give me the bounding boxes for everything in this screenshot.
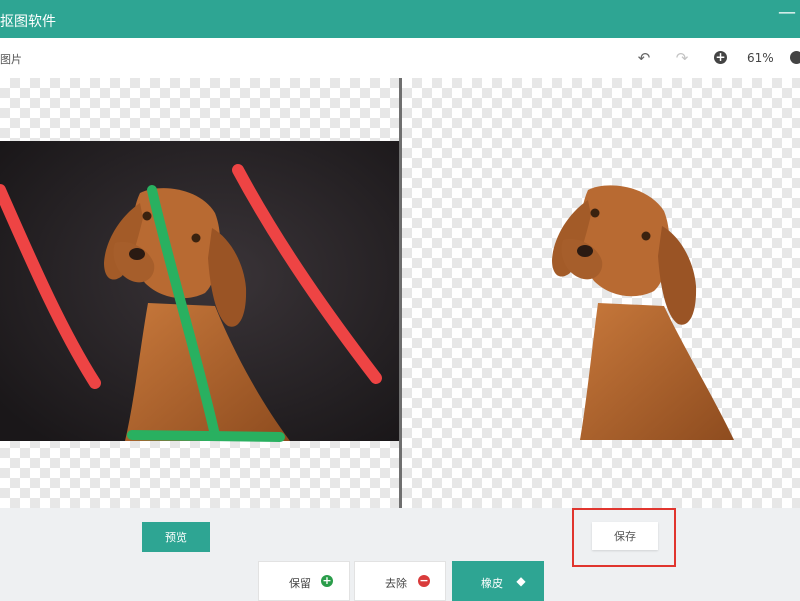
original-photo[interactable] xyxy=(0,78,399,508)
window-title: 抠图软件 xyxy=(0,14,56,30)
zoom-out-icon[interactable] xyxy=(790,51,800,64)
keep-label: 保留 xyxy=(289,577,311,590)
result-image-pane xyxy=(402,78,800,508)
zoom-level: 61% xyxy=(747,51,774,65)
original-image-pane[interactable] xyxy=(0,78,399,508)
bottom-panel: 预览 保存 保留 + 去除 − 橡皮 ◆ xyxy=(0,508,800,601)
dog-cutout xyxy=(552,185,734,440)
redo-icon[interactable]: ↷ xyxy=(672,48,692,68)
remove-label: 去除 xyxy=(385,577,407,590)
undo-icon[interactable]: ↶ xyxy=(634,48,654,68)
minus-circle-icon: − xyxy=(418,574,430,587)
title-bar: 抠图软件 — xyxy=(0,0,800,38)
remove-brush-button[interactable]: 去除 − xyxy=(354,561,446,601)
cutout-result xyxy=(552,185,734,440)
minimize-button[interactable]: — xyxy=(778,4,796,22)
eraser-label: 橡皮 xyxy=(481,577,503,590)
eraser-icon: ◆ xyxy=(516,574,526,588)
toolbar: 图片 ↶ ↷ + 61% xyxy=(0,38,800,78)
eraser-button[interactable]: 橡皮 ◆ xyxy=(452,561,544,601)
preview-button[interactable]: 预览 xyxy=(142,522,210,552)
plus-circle-icon: + xyxy=(321,574,333,587)
zoom-in-icon[interactable]: + xyxy=(714,51,727,64)
keep-brush-button[interactable]: 保留 + xyxy=(258,561,350,601)
breadcrumb: 图片 xyxy=(0,53,22,66)
save-button[interactable]: 保存 xyxy=(592,522,658,550)
